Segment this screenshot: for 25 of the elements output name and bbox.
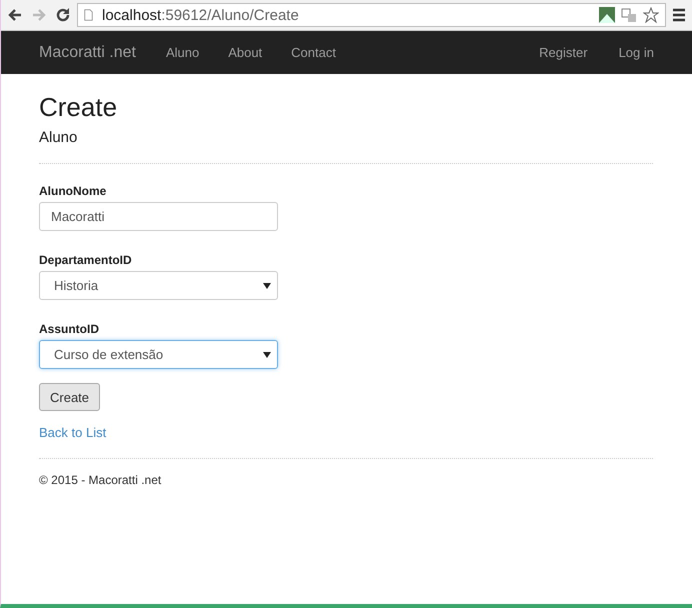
- field-label: AlunoNome: [39, 184, 108, 198]
- menu-button[interactable]: [670, 6, 688, 24]
- caret-icon: [263, 282, 271, 288]
- footer-text: © 2015 - Macoratti .net: [39, 473, 162, 487]
- caret-icon: [263, 352, 271, 358]
- nav-link[interactable]: Register: [539, 45, 588, 60]
- url-text: localhost:59612/Aluno/Create: [102, 6, 300, 24]
- address-bar[interactable]: localhost:59612/Aluno/Create: [77, 3, 666, 27]
- translate-icon: [621, 7, 637, 23]
- page-subtitle: Aluno: [39, 129, 78, 146]
- create-button[interactable]: Create: [39, 383, 100, 411]
- image-icon: [599, 7, 615, 23]
- text-field[interactable]: Macoratti: [39, 202, 278, 231]
- field-label: DepartamentoID: [39, 253, 133, 267]
- nav-link[interactable]: Aluno: [166, 45, 200, 60]
- dropdown[interactable]: Historia: [39, 271, 278, 300]
- field-label: AssuntoID: [39, 322, 100, 336]
- page-title: Create: [39, 92, 118, 123]
- back-link[interactable]: Back to List: [39, 425, 106, 440]
- nav-link[interactable]: Contact: [291, 45, 336, 60]
- dropdown[interactable]: Curso de extensão: [39, 340, 278, 369]
- star-icon: [643, 7, 659, 23]
- nav-link[interactable]: About: [228, 45, 262, 60]
- nav-link[interactable]: Log in: [618, 45, 654, 60]
- brand-link[interactable]: Macoratti .net: [39, 44, 136, 62]
